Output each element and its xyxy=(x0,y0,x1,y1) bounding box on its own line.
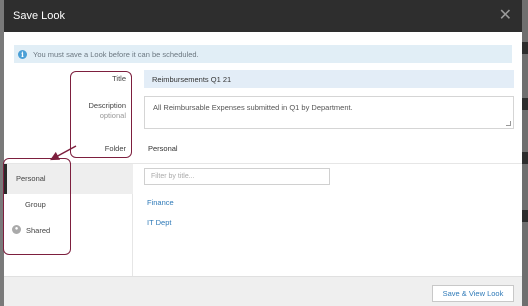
folder-value: Personal xyxy=(148,144,178,153)
backdrop-right xyxy=(522,0,528,306)
info-banner: i You must save a Look before it can be … xyxy=(14,45,512,63)
annotation-callout-folder-tabs xyxy=(3,158,71,255)
info-message: You must save a Look before it can be sc… xyxy=(33,49,199,59)
folder-link-finance[interactable]: Finance xyxy=(147,198,174,207)
title-input[interactable]: Reimbursements Q1 21 xyxy=(144,70,514,88)
description-value: All Reimbursable Expenses submitted in Q… xyxy=(153,103,353,112)
folder-link-it-dept[interactable]: IT Dept xyxy=(147,218,171,227)
save-and-view-look-button[interactable]: Save & View Look xyxy=(432,285,514,302)
annotation-callout-form-labels xyxy=(70,71,132,158)
filter-input[interactable]: Filter by title... xyxy=(144,168,330,185)
modal-footer: Save & View Look xyxy=(4,276,522,306)
info-icon: i xyxy=(18,49,27,59)
filter-placeholder: Filter by title... xyxy=(151,173,195,180)
modal-title: Save Look xyxy=(13,10,65,22)
title-value: Reimbursements Q1 21 xyxy=(152,74,232,84)
modal-header: Save Look ✕ xyxy=(4,0,522,32)
description-textarea[interactable]: All Reimbursable Expenses submitted in Q… xyxy=(144,96,514,129)
resize-grip-icon[interactable] xyxy=(506,121,511,126)
close-icon[interactable]: ✕ xyxy=(499,8,512,24)
